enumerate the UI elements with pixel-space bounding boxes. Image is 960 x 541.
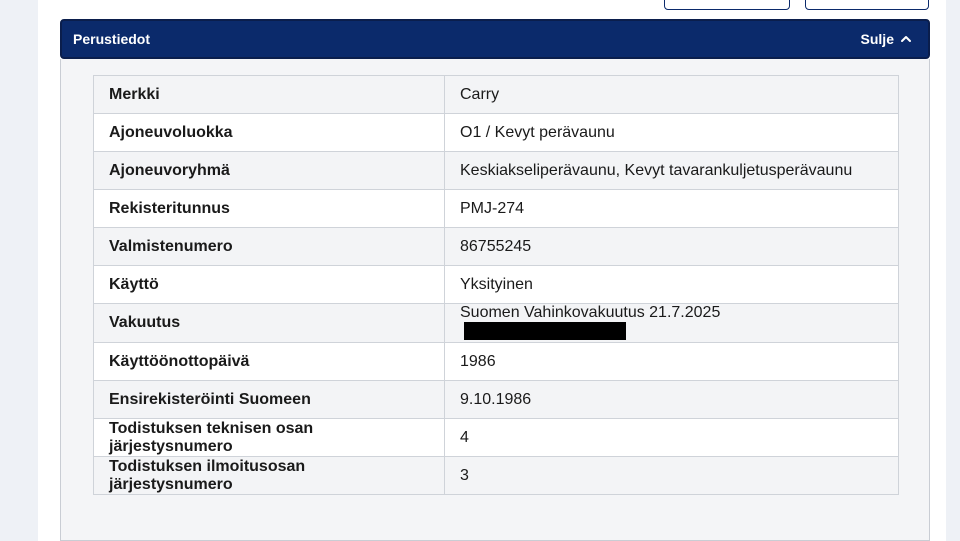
row-value: Suomen Vahinkovakuutus 21.7.2025 (460, 304, 721, 321)
row-value: Keskiakseliperävaunu, Kevyt tavarankulje… (444, 151, 899, 190)
table-row: Ajoneuvoryhmä Keskiakseliperävaunu, Kevy… (93, 151, 899, 190)
row-value: 3 (444, 456, 899, 495)
row-label: Vakuutus (93, 303, 445, 343)
table-row: Ajoneuvoluokka O1 / Kevyt perävaunu (93, 113, 899, 152)
row-label: Ajoneuvoryhmä (93, 151, 445, 190)
section-header[interactable]: Perustiedot Sulje (60, 19, 930, 59)
table-row: Merkki Carry (93, 75, 899, 114)
row-value-cell: Suomen Vahinkovakuutus 21.7.2025 (444, 303, 899, 343)
row-label: Ensirekisteröinti Suomeen (93, 380, 445, 419)
section-body: Merkki Carry Ajoneuvoluokka O1 / Kevyt p… (60, 59, 930, 541)
row-value: O1 / Kevyt perävaunu (444, 113, 899, 152)
row-value: 9.10.1986 (444, 380, 899, 419)
vehicle-info-table: Merkki Carry Ajoneuvoluokka O1 / Kevyt p… (93, 75, 899, 495)
table-row: Käyttö Yksityinen (93, 265, 899, 304)
table-row: Vakuutus Suomen Vahinkovakuutus 21.7.202… (93, 303, 899, 343)
row-label: Käyttö (93, 265, 445, 304)
row-value: PMJ-274 (444, 189, 899, 228)
row-label: Käyttöönottopäivä (93, 342, 445, 381)
basic-info-section: Perustiedot Sulje Merkki Carry Ajoneuvol… (60, 19, 930, 541)
top-action-button-2[interactable] (805, 0, 929, 10)
row-label: Todistuksen ilmoitusosan järjestysnumero (93, 456, 445, 495)
table-row: Käyttöönottopäivä 1986 (93, 342, 899, 381)
top-action-button-1[interactable] (664, 0, 790, 10)
table-row: Todistuksen teknisen osan järjestysnumer… (93, 418, 899, 457)
close-toggle-button[interactable]: Sulje (861, 31, 912, 47)
row-value: 1986 (444, 342, 899, 381)
row-value: Carry (444, 75, 899, 114)
row-label: Rekisteritunnus (93, 189, 445, 228)
row-label: Valmistenumero (93, 227, 445, 266)
table-row: Valmistenumero 86755245 (93, 227, 899, 266)
row-value: 4 (444, 418, 899, 457)
row-value: 86755245 (444, 227, 899, 266)
table-row: Rekisteritunnus PMJ-274 (93, 189, 899, 228)
table-row: Todistuksen ilmoitusosan järjestysnumero… (93, 456, 899, 495)
table-row: Ensirekisteröinti Suomeen 9.10.1986 (93, 380, 899, 419)
row-label: Todistuksen teknisen osan järjestysnumer… (93, 418, 445, 457)
section-title: Perustiedot (73, 31, 151, 47)
row-value: Yksityinen (444, 265, 899, 304)
toggle-label: Sulje (860, 31, 894, 47)
row-label: Ajoneuvoluokka (93, 113, 445, 152)
chevron-up-icon (901, 36, 911, 42)
redaction-bar (464, 322, 626, 340)
row-label: Merkki (93, 75, 445, 114)
